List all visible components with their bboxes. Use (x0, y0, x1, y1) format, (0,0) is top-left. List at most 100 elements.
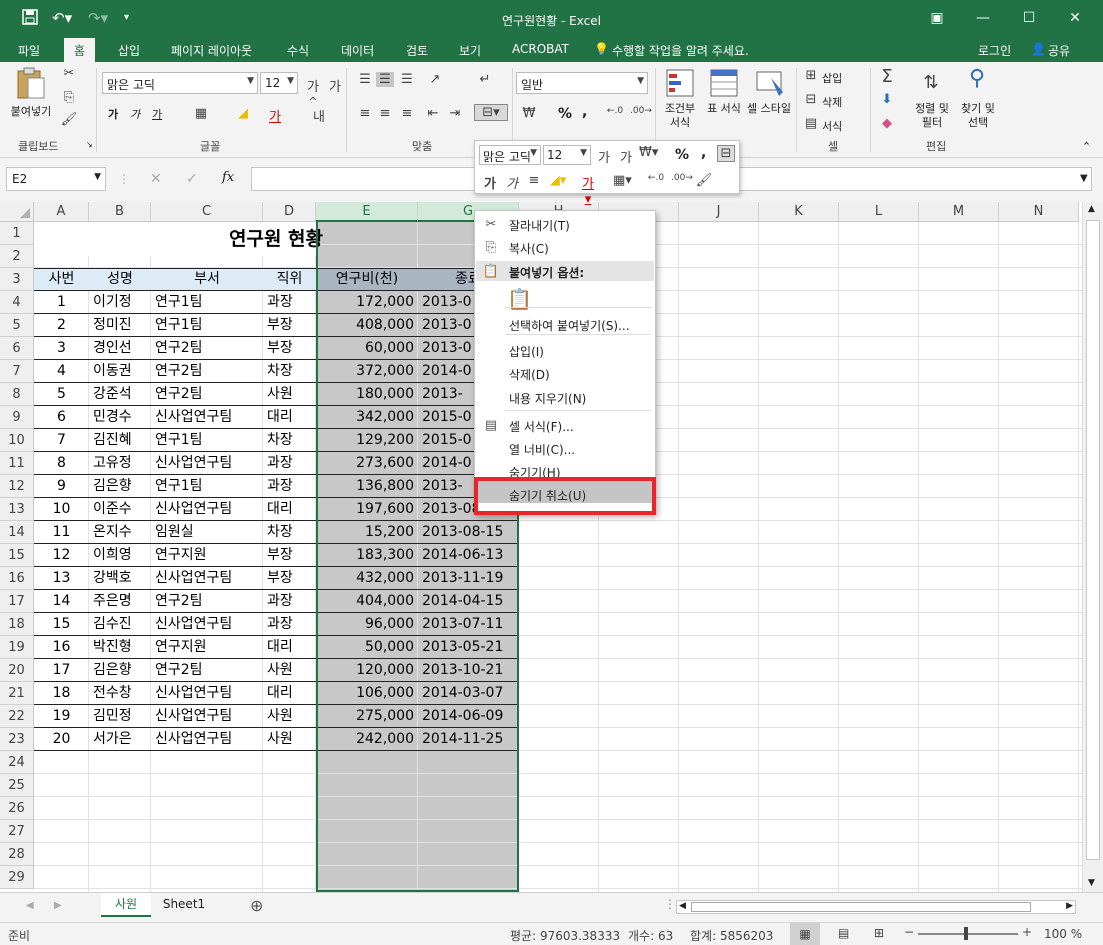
merge-center-icon[interactable]: ⊟▾ (474, 104, 508, 121)
row-header[interactable]: 28 (0, 843, 34, 866)
context-menu-item[interactable]: 잘라내기(T) (509, 217, 570, 234)
autosum-icon[interactable]: Σ (878, 66, 896, 87)
row-header[interactable]: 10 (0, 429, 34, 452)
mini-percent-button[interactable]: % (675, 147, 689, 163)
table-cell[interactable]: 대리 (263, 636, 316, 659)
row-header[interactable]: 29 (0, 866, 34, 889)
table-cell[interactable]: 과장 (263, 613, 316, 636)
page-break-icon[interactable]: ⊞ (874, 926, 884, 940)
row-header[interactable]: 19 (0, 636, 34, 659)
table-cell[interactable]: 강준석 (89, 383, 151, 406)
clear-icon[interactable]: ◆ (878, 116, 896, 131)
phonetic-icon[interactable]: 내 (310, 106, 328, 125)
table-cell[interactable]: 부장 (263, 567, 316, 590)
row-header[interactable]: 25 (0, 774, 34, 797)
table-cell[interactable]: 3 (34, 337, 89, 360)
table-cell[interactable]: 신사업연구팀 (151, 406, 263, 429)
row-header[interactable]: 3 (0, 268, 34, 291)
fill-icon[interactable]: ⬇ (878, 92, 896, 107)
table-cell[interactable]: 차장 (263, 521, 316, 544)
context-menu-item[interactable]: 내용 지우기(N) (509, 390, 586, 407)
table-cell[interactable]: 6 (34, 406, 89, 429)
column-header[interactable]: E (316, 202, 418, 222)
table-cell[interactable]: 18 (34, 682, 89, 705)
font-color-icon[interactable]: 가 (266, 106, 284, 125)
zoom-in-icon[interactable]: + (1022, 925, 1032, 939)
row-header[interactable]: 17 (0, 590, 34, 613)
format-cells-button[interactable]: 서식 (822, 118, 842, 134)
border-icon[interactable]: ▦ (192, 106, 210, 121)
paste-button[interactable]: 붙여넣기 (6, 66, 56, 128)
sort-filter-button[interactable]: 정렬 및 필터 (910, 102, 954, 130)
table-cell[interactable]: 과장 (263, 291, 316, 314)
table-cell[interactable]: 온지수 (89, 521, 151, 544)
row-header[interactable]: 16 (0, 567, 34, 590)
tab-review[interactable]: 검토 (406, 42, 428, 59)
orientation-icon[interactable]: ↗ (426, 72, 444, 87)
insert-cells-icon[interactable]: ⊞ (802, 68, 820, 83)
copy-icon[interactable]: ⎘ (60, 90, 78, 105)
table-cell[interactable]: 1 (34, 291, 89, 314)
row-header[interactable]: 23 (0, 728, 34, 751)
table-cell[interactable]: 신사업연구팀 (151, 613, 263, 636)
table-cell[interactable]: 8 (34, 452, 89, 475)
context-menu-item[interactable]: 셀 서식(F)... (509, 418, 574, 435)
row-header[interactable]: 7 (0, 360, 34, 383)
table-cell[interactable]: 김은향 (89, 475, 151, 498)
wrap-text-icon[interactable]: ↵ (476, 72, 494, 87)
table-cell[interactable]: 차장 (263, 429, 316, 452)
table-cell[interactable]: 신사업연구팀 (151, 682, 263, 705)
table-cell[interactable]: 김민정 (89, 705, 151, 728)
column-header[interactable]: B (89, 202, 151, 222)
table-cell[interactable]: 15 (34, 613, 89, 636)
table-cell[interactable]: 사원 (263, 728, 316, 751)
context-menu-item[interactable]: 삽입(I) (509, 343, 544, 360)
table-cell[interactable]: 이준수 (89, 498, 151, 521)
table-cell[interactable]: 17 (34, 659, 89, 682)
scroll-down-icon[interactable]: ▼ (1088, 878, 1095, 888)
table-cell[interactable]: 부장 (263, 337, 316, 360)
comma-button[interactable]: , (582, 104, 587, 120)
row-header[interactable]: 22 (0, 705, 34, 728)
table-cell[interactable]: 김수진 (89, 613, 151, 636)
table-cell[interactable]: 김진혜 (89, 429, 151, 452)
merge-center-icon[interactable]: ⊟ (717, 145, 735, 162)
scroll-thumb[interactable] (1086, 220, 1100, 860)
increase-decimal-icon[interactable]: ←.0 (647, 173, 665, 183)
table-cell[interactable]: 주은명 (89, 590, 151, 613)
table-cell[interactable]: 신사업연구팀 (151, 452, 263, 475)
delete-cells-button[interactable]: 삭제 (822, 94, 842, 110)
format-painter-icon[interactable]: 🖌 (60, 112, 78, 127)
cut-icon[interactable]: ✂ (60, 66, 78, 81)
next-sheet-icon[interactable]: ▶ (54, 900, 62, 911)
column-header[interactable]: L (839, 202, 919, 222)
table-cell[interactable]: 고유정 (89, 452, 151, 475)
select-all-corner[interactable] (0, 202, 34, 222)
align-center-icon[interactable]: ≡ (525, 173, 543, 188)
expand-formula-icon[interactable]: ▼ (1080, 173, 1088, 184)
enter-icon[interactable]: ✓ (186, 171, 198, 187)
table-cell[interactable]: 19 (34, 705, 89, 728)
dialog-launcher-icon[interactable]: ↘ (86, 140, 93, 149)
table-cell[interactable]: 부장 (263, 544, 316, 567)
table-cell[interactable]: 13 (34, 567, 89, 590)
row-header[interactable]: 27 (0, 820, 34, 843)
row-header[interactable]: 5 (0, 314, 34, 337)
insert-function-icon[interactable]: fx (222, 170, 234, 185)
sheet-tab-active[interactable]: 사원 (101, 893, 151, 917)
table-cell[interactable]: 연구2팀 (151, 383, 263, 406)
column-header[interactable]: C (151, 202, 263, 222)
tab-acrobat[interactable]: ACROBAT (512, 42, 569, 56)
row-header[interactable]: 18 (0, 613, 34, 636)
bold-icon[interactable]: 가 (481, 173, 499, 192)
table-cell[interactable]: 연구2팀 (151, 590, 263, 613)
tab-page-layout[interactable]: 페이지 레이아웃 (171, 42, 252, 59)
row-header[interactable]: 1 (0, 222, 34, 245)
tab-data[interactable]: 데이터 (341, 42, 374, 59)
table-cell[interactable]: 신사업연구팀 (151, 567, 263, 590)
row-header[interactable]: 11 (0, 452, 34, 475)
table-cell[interactable]: 과장 (263, 475, 316, 498)
table-cell[interactable]: 14 (34, 590, 89, 613)
ribbon-display-icon[interactable]: ▣ (919, 6, 955, 30)
column-header[interactable]: K (759, 202, 839, 222)
